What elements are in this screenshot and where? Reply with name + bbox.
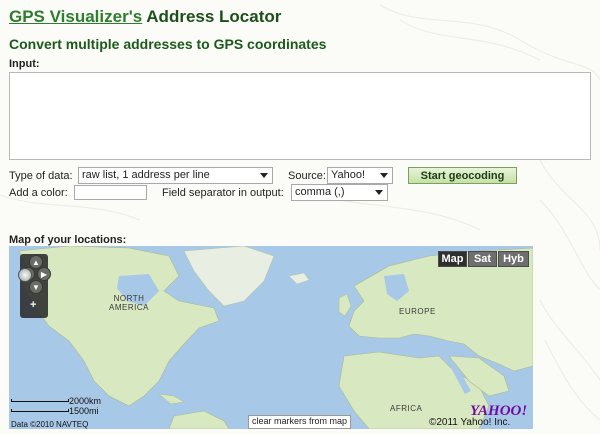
address-input[interactable] <box>9 72 591 160</box>
page-title: GPS Visualizer's Address Locator <box>9 7 281 27</box>
pan-down-icon[interactable]: ▼ <box>29 280 43 294</box>
input-label: Input: <box>9 58 40 70</box>
source-value: Yahoo! <box>331 169 366 181</box>
title-rest: Address Locator <box>142 7 282 26</box>
map-section-label: Map of your locations: <box>9 234 127 246</box>
add-color-label: Add a color: <box>9 187 68 199</box>
field-separator-label: Field separator in output: <box>162 187 284 199</box>
map-data-credit: Data ©2010 NAVTEQ <box>11 420 89 429</box>
map-type-hyb-button[interactable]: Hyb <box>498 251 529 267</box>
type-of-data-value: raw list, 1 address per line <box>82 169 210 181</box>
type-of-data-label: Type of data: <box>9 170 73 182</box>
type-of-data-select[interactable]: raw list, 1 address per line <box>78 167 273 184</box>
map-type-map-button[interactable]: Map <box>438 251 467 267</box>
scale-mi-label: 1500mi <box>69 406 99 416</box>
region-label-africa: AFRICA <box>390 404 423 413</box>
field-separator-value: comma (,) <box>295 186 345 198</box>
start-geocoding-button[interactable]: Start geocoding <box>408 167 517 184</box>
region-label-north-america: NORTH AMERICA <box>109 294 149 312</box>
clear-markers-button[interactable]: clear markers from map <box>248 415 352 429</box>
source-select[interactable]: Yahoo! <box>327 167 393 184</box>
page-subtitle: Convert multiple addresses to GPS coordi… <box>9 36 327 52</box>
scale-km-label: 2000km <box>69 396 102 406</box>
zoom-in-icon[interactable]: + <box>30 299 36 311</box>
map-copyright: ©2011 Yahoo! Inc. <box>429 417 511 428</box>
map-type-sat-button[interactable]: Sat <box>468 251 497 267</box>
chevron-down-icon <box>375 190 383 195</box>
chevron-down-icon <box>380 173 388 178</box>
pan-right-icon[interactable]: ▶ <box>37 267 51 281</box>
scale-bar-mi <box>11 409 69 412</box>
scale-bar-km <box>11 399 69 402</box>
map-view[interactable]: NORTH AMERICA EUROPE AFRICA Map Sat Hyb … <box>9 246 533 429</box>
source-label: Source: <box>288 170 326 182</box>
field-separator-select[interactable]: comma (,) <box>291 184 388 201</box>
gps-visualizer-link[interactable]: GPS Visualizer's <box>9 7 142 26</box>
chevron-down-icon <box>260 173 268 178</box>
region-label-europe: EUROPE <box>399 307 436 316</box>
color-field[interactable] <box>74 185 147 200</box>
zoom-slider-knob[interactable] <box>18 268 32 282</box>
map-zoom-panel: ▲ ◀ ▶ ▼ + <box>18 254 51 318</box>
